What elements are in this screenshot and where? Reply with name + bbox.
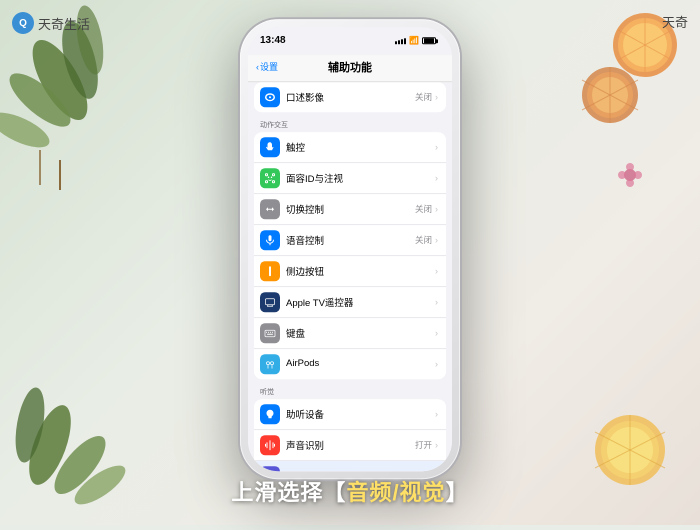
bottom-text-highlight: 音频/视觉 — [346, 480, 445, 505]
appletv-chevron: › — [435, 297, 438, 307]
audio-visual-label: 音频/视觉 — [286, 469, 435, 471]
watermark-top-right: 天奇 — [662, 12, 688, 31]
touch-icon — [260, 137, 280, 157]
back-label: 设置 — [260, 60, 278, 73]
sidebutton-label: 侧边按钮 — [286, 264, 435, 278]
hearing-device-label: 助听设备 — [286, 407, 435, 421]
sound-recognition-icon — [260, 435, 280, 455]
faceid-label: 面容ID与注视 — [286, 171, 435, 185]
switch-label: 切换控制 — [286, 202, 415, 216]
switch-value: 关闭 — [415, 203, 432, 215]
keyboard-icon — [260, 323, 280, 343]
phone-outer: 13:48 📶 ‹ 设 — [240, 19, 460, 479]
keyboard-label: 键盘 — [286, 326, 435, 340]
voice-label: 语音控制 — [286, 233, 415, 247]
switch-chevron: › — [435, 204, 438, 214]
list-item-switch[interactable]: 切换控制 关闭 › — [254, 194, 446, 225]
appletv-icon — [260, 292, 280, 312]
phone-screen: 13:48 📶 ‹ 设 — [248, 27, 452, 471]
chevron-left-icon: ‹ — [256, 62, 259, 72]
airpods-chevron: › — [435, 359, 438, 369]
sound-recognition-chevron: › — [435, 440, 438, 450]
kousu-chevron: › — [435, 92, 438, 102]
sidebutton-icon — [260, 261, 280, 281]
battery-icon — [422, 37, 436, 44]
phone: 13:48 📶 ‹ 设 — [240, 19, 460, 479]
faceid-icon — [260, 168, 280, 188]
faceid-chevron: › — [435, 173, 438, 183]
bottom-overlay: 上滑选择【音频/视觉】 — [0, 475, 700, 507]
nav-title: 辅助功能 — [328, 59, 372, 75]
bottom-text-suffix: 】 — [446, 480, 469, 505]
section-group-motion: 触控 › — [254, 132, 446, 379]
list-item-airpods[interactable]: AirPods › — [254, 349, 446, 379]
list-item-hearing-device[interactable]: 助听设备 › — [254, 399, 446, 430]
section-group-0: 口述影像 关闭 › — [254, 82, 446, 112]
touch-label: 触控 — [286, 140, 435, 154]
status-bar: 13:48 📶 — [248, 27, 452, 55]
sidebutton-chevron: › — [435, 266, 438, 276]
watermark-tr-text: 天奇 — [662, 15, 688, 30]
list-item-faceid[interactable]: 面容ID与注视 › — [254, 163, 446, 194]
list-item-audio-visual[interactable]: 音频/视觉 › — [254, 461, 446, 471]
voice-chevron: › — [435, 235, 438, 245]
list-item-voice[interactable]: 语音控制 关闭 › — [254, 225, 446, 256]
switch-icon — [260, 199, 280, 219]
list-item-touch[interactable]: 触控 › — [254, 132, 446, 163]
section-0: 口述影像 关闭 › — [248, 82, 452, 112]
airpods-icon — [260, 354, 280, 374]
watermark-tl-text: 天奇生活 — [38, 14, 90, 33]
settings-list: 口述影像 关闭 › 动作交互 — [248, 82, 452, 471]
bottom-text: 上滑选择【音频/视觉】 — [0, 475, 700, 507]
kousu-value: 关闭 — [415, 91, 432, 103]
back-button[interactable]: ‹ 设置 — [256, 60, 278, 73]
section-group-hearing: 助听设备 › 声音识别 打开 › — [254, 399, 446, 471]
list-item-sidebutton[interactable]: 侧边按钮 › — [254, 256, 446, 287]
list-item-kousu[interactable]: 口述影像 关闭 › — [254, 82, 446, 112]
voice-icon — [260, 230, 280, 250]
status-icons: 📶 — [395, 36, 436, 45]
hearing-device-icon — [260, 404, 280, 424]
kousu-label: 口述影像 — [286, 90, 415, 104]
list-item-sound-recognition[interactable]: 声音识别 打开 › — [254, 430, 446, 461]
logo-icon: Q — [12, 12, 34, 34]
section-hearing: 听觉 助听设备 › — [248, 381, 452, 471]
sound-recognition-value: 打开 — [415, 439, 432, 451]
audio-visual-icon — [260, 466, 280, 471]
wifi-icon: 📶 — [409, 36, 419, 45]
list-item-appletv[interactable]: Apple TV遥控器 › — [254, 287, 446, 318]
list-item-keyboard[interactable]: 键盘 › — [254, 318, 446, 349]
watermark-top-left: Q 天奇生活 — [12, 12, 90, 34]
hearing-device-chevron: › — [435, 409, 438, 419]
airpods-label: AirPods — [286, 358, 435, 369]
section-motion-label: 动作交互 — [248, 114, 452, 132]
status-time: 13:48 — [260, 35, 286, 46]
kousu-icon — [260, 87, 280, 107]
sound-recognition-label: 声音识别 — [286, 438, 415, 452]
bottom-text-prefix: 上滑选择【 — [231, 480, 346, 505]
section-motion: 动作交互 触控 › — [248, 114, 452, 379]
section-hearing-label: 听觉 — [248, 381, 452, 399]
nav-bar: ‹ 设置 辅助功能 — [248, 55, 452, 82]
voice-value: 关闭 — [415, 234, 432, 246]
keyboard-chevron: › — [435, 328, 438, 338]
signal-icon — [395, 38, 406, 44]
appletv-label: Apple TV遥控器 — [286, 295, 435, 309]
touch-chevron: › — [435, 142, 438, 152]
